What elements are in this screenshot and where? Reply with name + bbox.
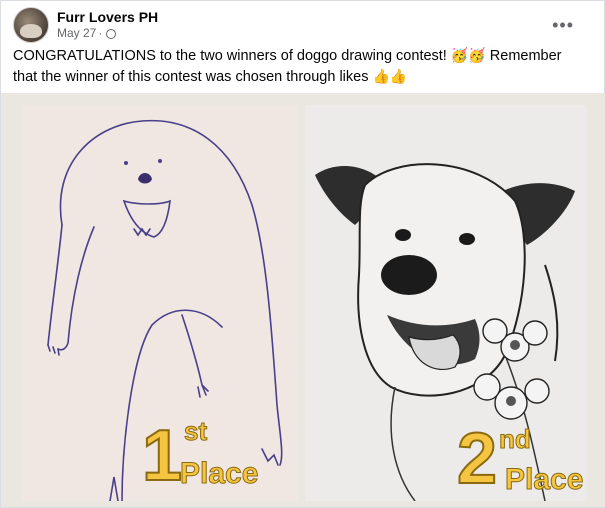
sketch-dog-drawing: 2 nd Place xyxy=(305,105,587,502)
first-place-number: 1 xyxy=(142,416,182,496)
second-place-word: Place xyxy=(505,463,583,496)
second-place-drawing: 2 nd Place xyxy=(305,105,587,502)
first-place-drawing: 1 st Place xyxy=(22,105,298,502)
post-card: Furr Lovers PH May 27 · ••• CONGRATULATI… xyxy=(0,0,605,508)
party-face-emoji: 🥳🥳 xyxy=(450,47,486,63)
second-place-suffix: nd xyxy=(499,424,531,454)
post-header: Furr Lovers PH May 27 · ••• xyxy=(13,7,594,43)
first-place-word: Place xyxy=(180,457,258,490)
post-meta: Furr Lovers PH May 27 · xyxy=(57,9,158,41)
globe-icon xyxy=(106,28,117,39)
post-subline: May 27 · xyxy=(57,26,158,41)
separator: · xyxy=(98,26,103,40)
post-photo[interactable]: 1 st Place 2 nd Place xyxy=(1,93,605,507)
page-name[interactable]: Furr Lovers PH xyxy=(57,9,158,26)
line-dog-drawing: 1 st Place xyxy=(47,119,283,502)
first-place-suffix: st xyxy=(184,416,207,446)
second-place-number: 2 xyxy=(457,419,497,499)
avatar[interactable] xyxy=(13,7,49,43)
thumbs-up-emoji: 👍👍 xyxy=(372,68,408,84)
caption-text-1: CONGRATULATIONS to the two winners of do… xyxy=(13,48,447,64)
post-date[interactable]: May 27 xyxy=(57,26,96,41)
post-caption: CONGRATULATIONS to the two winners of do… xyxy=(13,45,583,87)
more-options-icon[interactable]: ••• xyxy=(552,15,574,36)
